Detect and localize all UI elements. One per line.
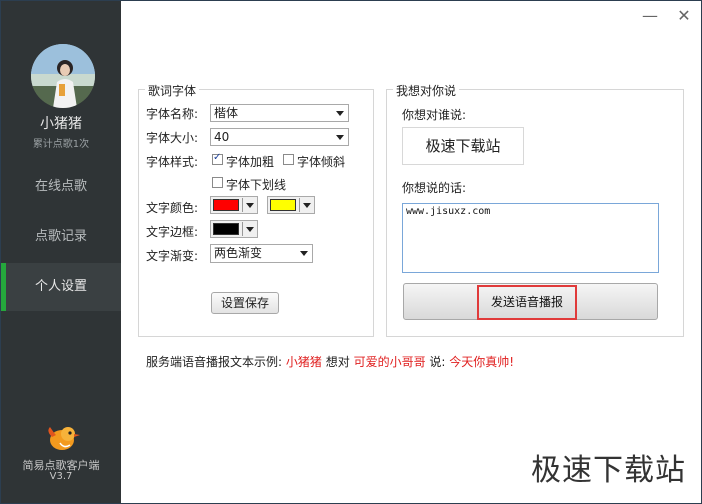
divider (299, 198, 300, 212)
gradient-select[interactable]: 两色渐变 (210, 244, 313, 263)
gradient-value: 两色渐变 (214, 246, 263, 260)
color-swatch (213, 199, 239, 211)
italic-label[interactable]: 字体倾斜 (297, 153, 345, 170)
message-label: 你想说的话: (402, 181, 467, 195)
app-version: V3.7 (49, 471, 73, 482)
font-size-value: 40 (214, 130, 230, 144)
color-swatch (213, 223, 239, 235)
italic-checkbox[interactable] (283, 154, 294, 165)
to-whom-field[interactable]: 极速下载站 (402, 127, 524, 165)
username: 小猪猪 (40, 116, 82, 132)
chevron-down-icon (246, 227, 254, 232)
example-prefix: 服务端语音播报文本示例: (146, 355, 283, 369)
nav-item-label: 个人设置 (34, 279, 87, 294)
chevron-down-icon (300, 251, 308, 256)
example-text: 服务端语音播报文本示例: 小猪猪 想对 可爱的小哥哥 说: 今天你真帅! (146, 353, 514, 370)
chevron-down-icon (336, 111, 344, 116)
example-message: 今天你真帅! (449, 355, 515, 369)
border-color-picker[interactable] (210, 220, 258, 238)
nav-item-label: 点歌记录 (34, 229, 87, 244)
font-size-label: 字体大小: (146, 131, 199, 145)
close-icon[interactable]: ✕ (673, 5, 695, 27)
nav-item-online-songs[interactable]: 在线点歌 (1, 163, 121, 211)
nav-item-song-history[interactable]: 点歌记录 (1, 213, 121, 261)
send-voice-button-label[interactable]: 发送语音播报 (477, 285, 577, 320)
font-name-label: 字体名称: (146, 107, 199, 121)
underline-label[interactable]: 字体下划线 (226, 176, 286, 193)
watermark-logo: 极速下载站 (531, 453, 686, 488)
group-title: 我想对你说 (393, 82, 460, 99)
color-swatch (270, 199, 296, 211)
sidebar: 小猪猪 累计点歌1次 在线点歌 点歌记录 个人设置 简易点歌客户端 V3.7 (1, 1, 121, 503)
underline-checkbox[interactable] (212, 177, 223, 188)
example-user: 小猪猪 (285, 355, 322, 369)
group-title: 歌词字体 (145, 82, 200, 99)
example-mid: 想对 (325, 355, 350, 369)
font-name-select[interactable]: 楷体 (210, 104, 349, 122)
nav-item-label: 在线点歌 (34, 179, 87, 194)
bird-logo-icon (46, 421, 80, 453)
text-color-1-picker[interactable] (210, 196, 258, 214)
save-settings-button[interactable]: 设置保存 (211, 292, 279, 314)
chevron-down-icon (246, 203, 254, 208)
chevron-down-icon (336, 135, 344, 140)
bold-checkbox[interactable] (212, 152, 223, 165)
gradient-label: 文字渐变: (146, 249, 199, 263)
divider (242, 222, 243, 236)
app-window: 小猪猪 累计点歌1次 在线点歌 点歌记录 个人设置 简易点歌客户端 V3.7 —… (0, 0, 702, 504)
minimize-button[interactable]: — (639, 5, 661, 27)
text-color-2-picker[interactable] (267, 196, 315, 214)
font-size-select[interactable]: 40 (210, 128, 349, 146)
example-target: 可爱的小哥哥 (353, 355, 426, 369)
chevron-down-icon (303, 203, 311, 208)
bold-label[interactable]: 字体加粗 (226, 153, 274, 170)
to-whom-label: 你想对谁说: (402, 108, 467, 122)
nav-item-personal-settings[interactable]: 个人设置 (1, 263, 121, 311)
text-color-label: 文字颜色: (146, 201, 199, 215)
border-label: 文字边框: (146, 225, 199, 239)
message-textarea[interactable]: www.jisuxz.com (402, 203, 659, 273)
font-style-label: 字体样式: (146, 155, 199, 169)
avatar[interactable] (31, 44, 95, 108)
song-count-text: 累计点歌1次 (32, 139, 90, 150)
font-name-value: 楷体 (214, 106, 239, 120)
divider (242, 198, 243, 212)
example-say: 说: (429, 355, 446, 369)
